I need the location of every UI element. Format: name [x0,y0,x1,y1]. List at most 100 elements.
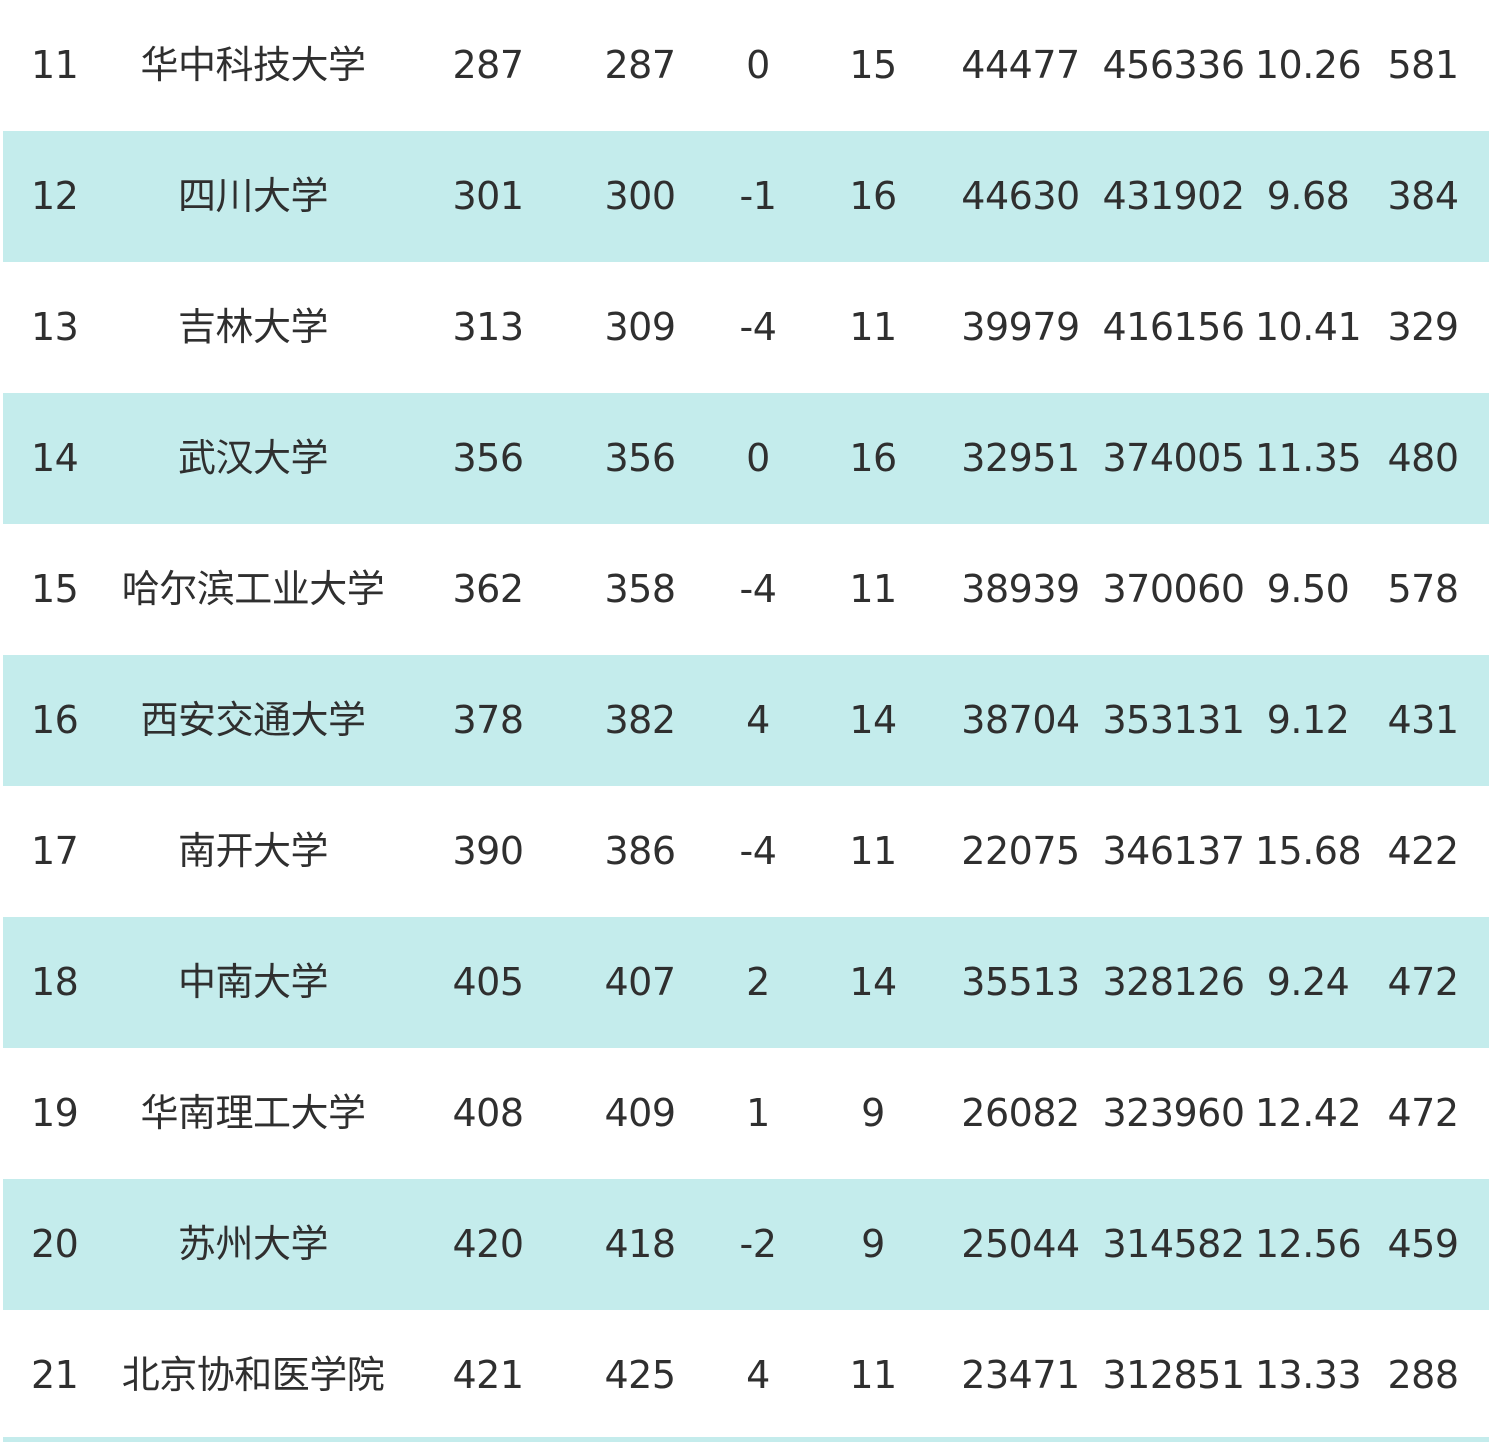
value-cell-2: 407 [604,960,676,1004]
value-cell-7: 431 [1387,698,1459,742]
table-bottom-divider [3,1437,1489,1442]
value-cell-6: 9.12 [1266,698,1350,742]
value-cell-4: 39979 [961,305,1080,349]
value-cell-1: 408 [452,1091,524,1135]
value-cell-5: 328126 [1102,960,1245,1004]
value-cell-5: 346137 [1102,829,1245,873]
value-cell-4: 38704 [961,698,1080,742]
change-cell: 2 [746,960,770,1004]
value-cell-5: 431902 [1102,174,1245,218]
value-cell-3: 15 [849,43,897,87]
value-cell-2: 358 [604,567,676,611]
rank-cell: 15 [31,567,79,611]
value-cell-7: 581 [1387,43,1459,87]
value-cell-1: 390 [452,829,524,873]
value-cell-7: 578 [1387,567,1459,611]
value-cell-1: 378 [452,698,524,742]
value-cell-7: 288 [1387,1353,1459,1397]
value-cell-6: 12.56 [1254,1222,1362,1266]
university-name-cell: 四川大学 [177,174,329,218]
value-cell-7: 472 [1387,1091,1459,1135]
value-cell-3: 14 [849,960,897,1004]
value-cell-2: 409 [604,1091,676,1135]
table-row: 17 南开大学 390 386 -4 11 22075 346137 15.68… [3,786,1489,917]
value-cell-1: 362 [452,567,524,611]
value-cell-6: 10.41 [1254,305,1362,349]
value-cell-7: 459 [1387,1222,1459,1266]
university-name-cell: 苏州大学 [177,1222,329,1266]
value-cell-1: 301 [452,174,524,218]
change-cell: 4 [746,698,770,742]
table-row: 19 华南理工大学 408 409 1 9 26082 323960 12.42… [3,1048,1489,1179]
value-cell-6: 15.68 [1254,829,1362,873]
value-cell-4: 35513 [961,960,1080,1004]
table-row: 21 北京协和医学院 421 425 4 11 23471 312851 13.… [3,1310,1489,1441]
value-cell-5: 374005 [1102,436,1245,480]
table-row: 20 苏州大学 420 418 -2 9 25044 314582 12.56 … [3,1179,1489,1310]
value-cell-4: 25044 [961,1222,1080,1266]
value-cell-4: 23471 [961,1353,1080,1397]
value-cell-2: 309 [604,305,676,349]
ranking-table: 11 华中科技大学 287 287 0 15 44477 456336 10.2… [3,0,1489,1441]
rank-cell: 16 [31,698,79,742]
university-name-cell: 西安交通大学 [140,698,366,742]
value-cell-6: 12.42 [1254,1091,1362,1135]
value-cell-7: 480 [1387,436,1459,480]
value-cell-4: 44630 [961,174,1080,218]
change-cell: 0 [746,43,770,87]
value-cell-3: 11 [849,1353,897,1397]
value-cell-4: 38939 [961,567,1080,611]
value-cell-2: 425 [604,1353,676,1397]
table-row: 14 武汉大学 356 356 0 16 32951 374005 11.35 … [3,393,1489,524]
value-cell-1: 420 [452,1222,524,1266]
value-cell-5: 353131 [1102,698,1245,742]
value-cell-6: 9.50 [1266,567,1350,611]
value-cell-6: 11.35 [1254,436,1362,480]
table-row: 12 四川大学 301 300 -1 16 44630 431902 9.68 … [3,131,1489,262]
value-cell-3: 11 [849,567,897,611]
value-cell-1: 421 [452,1353,524,1397]
rank-cell: 12 [31,174,79,218]
university-name-cell: 南开大学 [177,829,329,873]
value-cell-4: 44477 [961,43,1080,87]
university-name-cell: 中南大学 [177,960,329,1004]
value-cell-4: 26082 [961,1091,1080,1135]
value-cell-7: 329 [1387,305,1459,349]
value-cell-1: 356 [452,436,524,480]
value-cell-6: 10.26 [1254,43,1362,87]
change-cell: -2 [739,1222,777,1266]
rank-cell: 13 [31,305,79,349]
change-cell: -4 [739,829,777,873]
change-cell: 1 [746,1091,770,1135]
rank-cell: 14 [31,436,79,480]
value-cell-3: 16 [849,174,897,218]
university-name-cell: 武汉大学 [177,436,329,480]
value-cell-1: 313 [452,305,524,349]
value-cell-6: 13.33 [1254,1353,1362,1397]
table-row: 11 华中科技大学 287 287 0 15 44477 456336 10.2… [3,0,1489,131]
university-name-cell: 吉林大学 [177,305,329,349]
value-cell-5: 312851 [1102,1353,1245,1397]
value-cell-2: 356 [604,436,676,480]
university-name-cell: 北京协和医学院 [121,1353,385,1397]
rank-cell: 21 [31,1353,79,1397]
value-cell-3: 9 [861,1091,885,1135]
rank-cell: 17 [31,829,79,873]
table-row: 13 吉林大学 313 309 -4 11 39979 416156 10.41… [3,262,1489,393]
change-cell: -4 [739,305,777,349]
university-name-cell: 华中科技大学 [140,43,366,87]
value-cell-6: 9.68 [1266,174,1350,218]
change-cell: 4 [746,1353,770,1397]
value-cell-3: 14 [849,698,897,742]
table-row: 18 中南大学 405 407 2 14 35513 328126 9.24 4… [3,917,1489,1048]
value-cell-5: 456336 [1102,43,1245,87]
table-row: 16 西安交通大学 378 382 4 14 38704 353131 9.12… [3,655,1489,786]
value-cell-2: 300 [604,174,676,218]
rank-cell: 19 [31,1091,79,1135]
value-cell-7: 472 [1387,960,1459,1004]
value-cell-4: 32951 [961,436,1080,480]
value-cell-5: 370060 [1102,567,1245,611]
value-cell-5: 323960 [1102,1091,1245,1135]
value-cell-1: 287 [452,43,524,87]
value-cell-2: 287 [604,43,676,87]
